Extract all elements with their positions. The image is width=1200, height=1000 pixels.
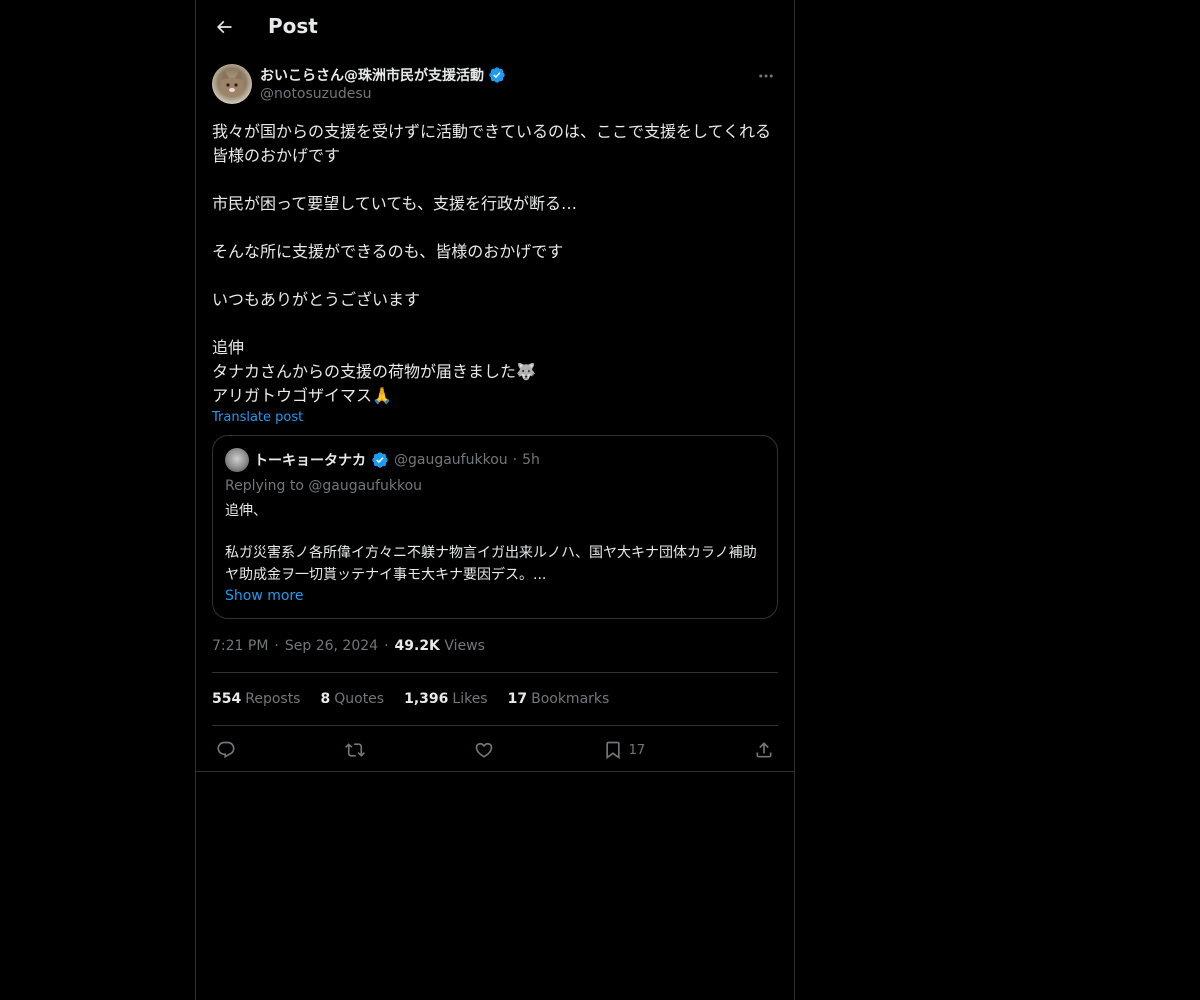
reposts-stat[interactable]: 554 Reposts (212, 691, 300, 707)
author-handle[interactable]: @notosuzudesu (260, 86, 372, 102)
reply-icon (217, 741, 235, 759)
heart-icon (475, 742, 493, 758)
post: おいこらさん@珠洲市民が支援活動 @notosuzudesu 我々が国からの支援… (212, 64, 778, 774)
quotes-label: Quotes (334, 691, 385, 707)
likes-count: 1,396 (404, 691, 449, 707)
bookmark-button[interactable]: 17 (603, 740, 646, 760)
post-line (212, 168, 778, 192)
post-bottom-border (196, 771, 794, 772)
post-line: そんな所に支援ができるのも、皆様のおかげです (212, 242, 564, 261)
quoted-post[interactable]: トーキョータナカ @gaugaufukkou · 5h Replying to … (212, 435, 778, 619)
likes-label: Likes (452, 691, 488, 707)
action-bar: 17 (212, 726, 778, 774)
quote-handle: @gaugaufukkou (394, 452, 508, 468)
verified-badge-icon (372, 452, 388, 468)
engagement-stats: 554 Reposts 8 Quotes 1,396 Likes 17 Bookmark… (212, 673, 778, 725)
like-button[interactable] (474, 740, 494, 760)
post-line: 我々が国からの支援を受けずに活動できているのは、ここで支援をしてくれる皆様のおか… (212, 122, 772, 165)
avatar[interactable] (212, 64, 252, 104)
quote-avatar (225, 448, 249, 472)
likes-stat[interactable]: 1,396 Likes (404, 691, 488, 707)
quote-display-name: トーキョータナカ (254, 453, 366, 469)
meta-separator: · (274, 638, 279, 654)
post-time[interactable]: 7:21 PM (212, 638, 268, 654)
show-more-link[interactable]: Show more (225, 586, 765, 606)
post-line (212, 264, 778, 288)
post-column: Post おいこらさん@珠洲市民が支援活動 @notosuzudesu 我々が国… (195, 0, 795, 1000)
quotes-stat[interactable]: 8 Quotes (320, 691, 384, 707)
quote-header: トーキョータナカ @gaugaufukkou · 5h (225, 448, 765, 472)
quote-line: 私ガ災害系ノ各所偉イ方々ニ不躾ナ物言イガ出来ルノハ、国ヤ大キナ団体カラノ補助ヤ助… (225, 545, 757, 583)
repost-button[interactable] (344, 740, 365, 760)
quote-time: 5h (522, 452, 540, 468)
back-button[interactable] (206, 9, 242, 45)
verified-badge-icon[interactable] (488, 66, 506, 84)
views-count: 49.2K (394, 638, 440, 654)
quote-separator: · (512, 452, 518, 468)
bookmark-icon (605, 741, 620, 760)
share-icon (756, 742, 772, 758)
post-line: タナカさんからの支援の荷物が届きました🐺 (212, 362, 536, 381)
author-row: おいこらさん@珠洲市民が支援活動 @notosuzudesu (212, 64, 778, 108)
author-display-name[interactable]: おいこらさん@珠洲市民が支援活動 (260, 65, 484, 85)
author-name-line: おいこらさん@珠洲市民が支援活動 (260, 65, 506, 85)
quote-line (225, 522, 765, 542)
cat-avatar-image (220, 70, 244, 97)
quote-text: 追伸、 私ガ災害系ノ各所偉イ方々ニ不躾ナ物言イガ出来ルノハ、国ヤ大キナ団体カラノ… (225, 500, 765, 586)
meta-separator: · (384, 638, 389, 654)
repost-icon (344, 743, 365, 757)
quotes-count: 8 (320, 691, 331, 707)
bookmarks-count: 17 (507, 691, 528, 707)
post-text: 我々が国からの支援を受けずに活動できているのは、ここで支援をしてくれる皆様のおか… (212, 120, 778, 408)
quote-line: 追伸、 (225, 503, 267, 519)
post-line: 追伸 (212, 338, 245, 357)
arrow-left-icon (216, 20, 232, 34)
post-line: いつもありがとうございます (212, 290, 421, 309)
reposts-label: Reposts (245, 691, 301, 707)
views-label: Views (444, 638, 485, 654)
page-header: Post (196, 0, 794, 54)
post-line: アリガトウゴザイマス🙏 (212, 386, 392, 405)
more-dots-icon (759, 74, 773, 78)
post-date[interactable]: Sep 26, 2024 (285, 638, 378, 654)
bookmarks-label: Bookmarks (531, 691, 610, 707)
reposts-count: 554 (212, 691, 242, 707)
quote-replying-to: Replying to @gaugaufukkou (225, 478, 423, 494)
post-line (212, 312, 778, 336)
page-title: Post (268, 14, 318, 38)
bookmark-count: 17 (628, 742, 646, 758)
post-line: 市民が困って要望していても、支援を行政が断る… (212, 194, 577, 213)
bookmarks-stat[interactable]: 17 Bookmarks (508, 691, 610, 707)
post-line (212, 216, 778, 240)
reply-button[interactable] (216, 740, 236, 760)
more-options-button[interactable] (754, 64, 778, 88)
translate-post-link[interactable]: Translate post (212, 410, 778, 425)
share-button[interactable] (754, 740, 774, 760)
post-meta: 7:21 PM · Sep 26, 2024 · 49.2K Views (212, 636, 778, 656)
